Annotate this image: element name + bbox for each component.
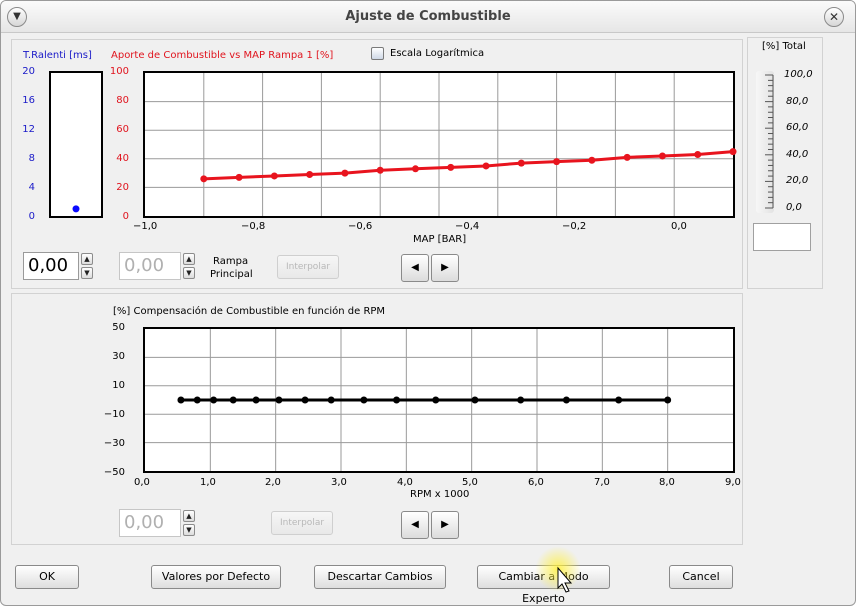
fuel-adjust-window: ▼ Ajuste de Combustible ✕ T.Ralenti [ms]… [0, 0, 856, 606]
mouse-pointer-icon [557, 566, 573, 593]
